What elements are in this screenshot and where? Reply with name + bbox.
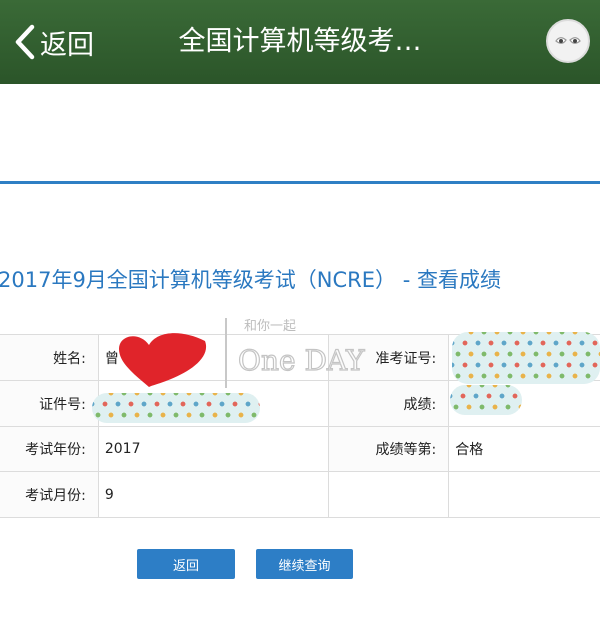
grade-label: 成绩等第:	[328, 426, 450, 472]
table-row: 考试年份: 2017 成绩等第: 合格	[0, 426, 600, 472]
stamp-line2: One DAY	[238, 344, 365, 377]
name-label: 姓名:	[0, 334, 99, 381]
empty-cell	[448, 471, 600, 518]
avatar-face-icon	[555, 37, 581, 44]
avatar[interactable]	[546, 19, 590, 63]
app-header: 返回 全国计算机等级考…	[0, 0, 600, 84]
one-day-stamp: 和你一起 One DAY	[214, 310, 404, 395]
id-number-label: 证件号:	[0, 380, 99, 427]
table-row: 考试月份: 9	[0, 471, 600, 518]
stamp-graphic: 和你一起 One DAY	[225, 318, 366, 388]
redaction-sticker	[450, 385, 522, 415]
redaction-sticker	[92, 393, 260, 423]
results-heading: 2017年9月全国计算机等级考试（NCRE） - 查看成绩	[0, 268, 501, 292]
page-title: 全国计算机等级考…	[178, 26, 422, 57]
redaction-sticker	[452, 332, 600, 384]
exam-year-value: 2017	[97, 426, 330, 472]
back-nav-label: 返回	[40, 29, 94, 61]
chevron-left-icon	[15, 24, 35, 60]
section-divider	[0, 181, 600, 184]
exam-year-label: 考试年份:	[0, 426, 99, 472]
back-nav-button[interactable]: 返回	[12, 22, 94, 62]
exam-month-label: 考试月份:	[0, 471, 99, 518]
empty-cell	[328, 471, 450, 518]
stamp-line1: 和你一起	[244, 319, 296, 334]
back-button[interactable]: 返回	[137, 549, 235, 579]
grade-value: 合格	[448, 426, 600, 472]
heart-sticker	[119, 333, 207, 387]
continue-query-button[interactable]: 继续查询	[256, 549, 353, 579]
exam-month-value: 9	[97, 471, 330, 518]
